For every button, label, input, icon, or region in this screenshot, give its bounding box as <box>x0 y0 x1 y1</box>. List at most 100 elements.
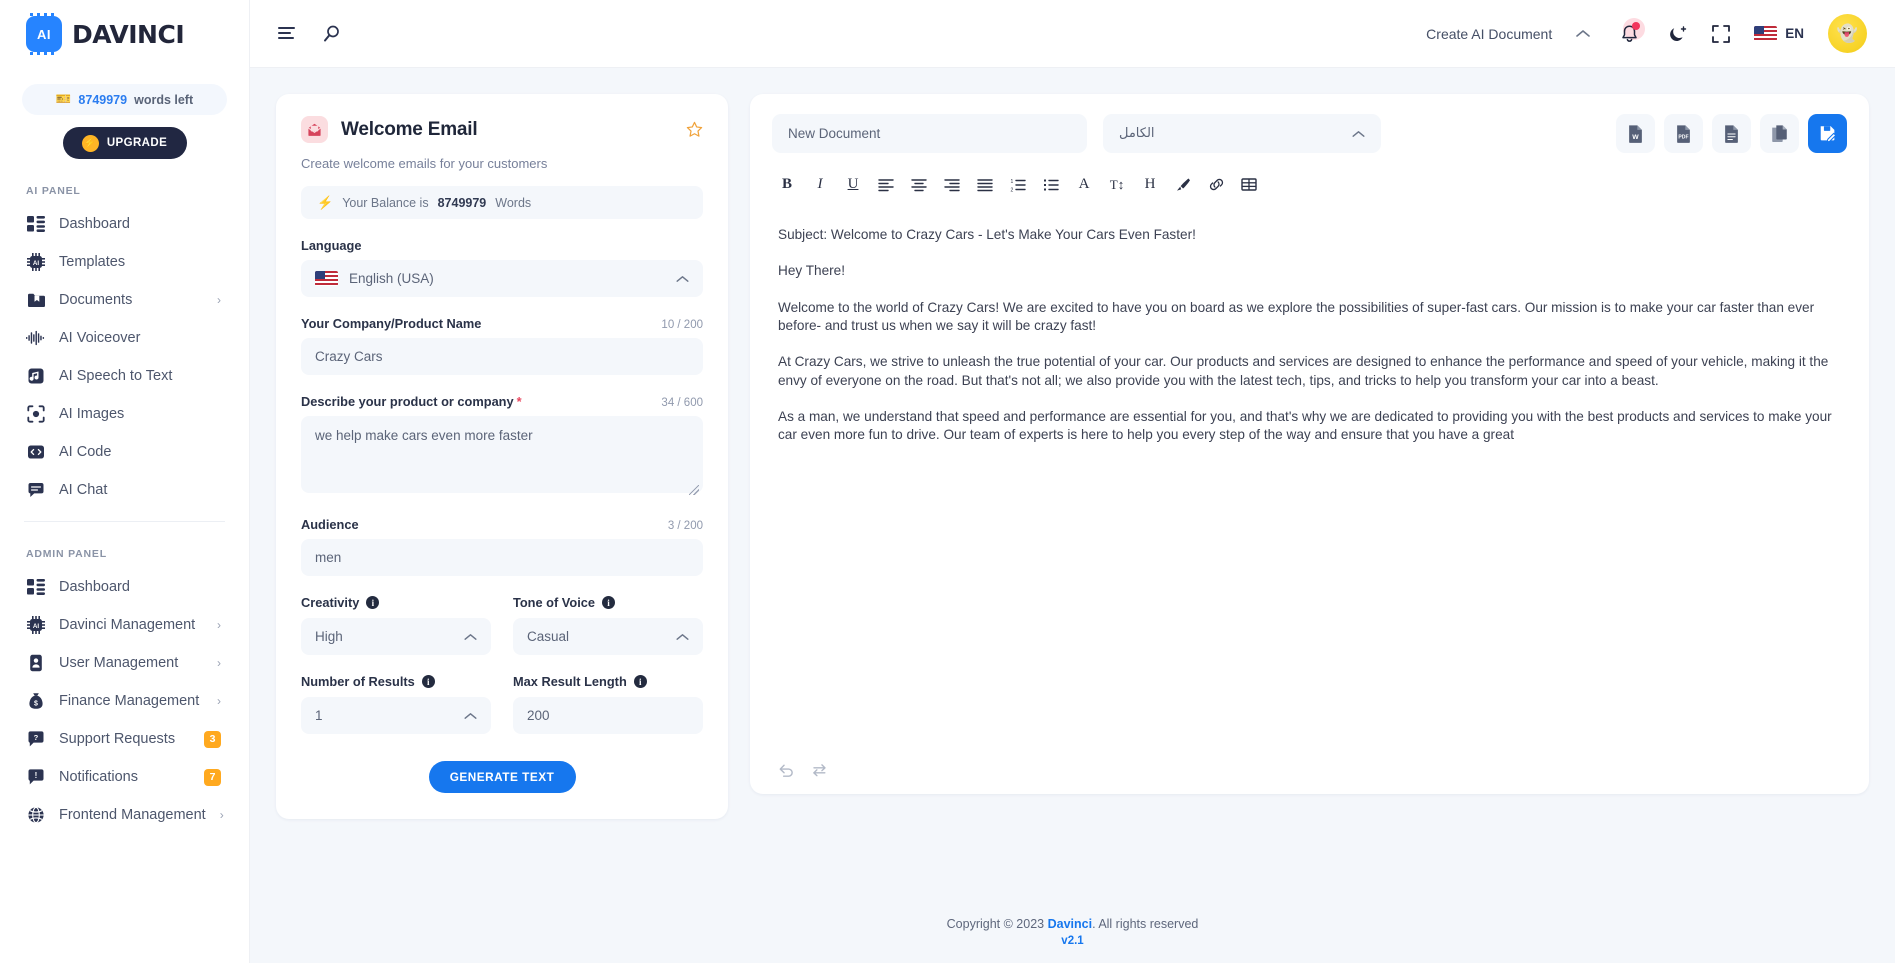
language-code-label: EN <box>1785 26 1804 41</box>
creativity-select[interactable]: High <box>301 618 491 655</box>
create-ai-document-label: Create AI Document <box>1426 25 1553 42</box>
sidebar-item-ai-code[interactable]: AI Code <box>22 433 227 471</box>
chevron-up-icon <box>1352 130 1365 138</box>
link-icon[interactable] <box>1201 171 1231 198</box>
document-paragraph: As a man, we understand that speed and p… <box>778 409 1832 443</box>
editor-language-select[interactable]: الكامل <box>1103 114 1381 153</box>
dark-mode-toggle-icon[interactable] <box>1668 24 1688 44</box>
sidebar-item-ai-speech-to-text[interactable]: AI Speech to Text <box>22 357 227 395</box>
sidebar-divider <box>24 521 225 522</box>
footer-brand-link[interactable]: Davinci <box>1048 917 1092 931</box>
sidebar-item-label: Support Requests <box>59 731 176 747</box>
info-icon[interactable]: i <box>602 596 615 609</box>
save-document-button[interactable] <box>1808 114 1847 153</box>
sidebar-item-label: Dashboard <box>59 216 130 232</box>
copy-document-button[interactable] <box>1760 114 1799 153</box>
sidebar-item-ai-chat[interactable]: AI Chat <box>22 471 227 509</box>
heading-icon[interactable]: H <box>1135 171 1165 198</box>
audience-input[interactable] <box>301 539 703 576</box>
sidebar-item-finance-management[interactable]: $ Finance Management › <box>22 682 227 720</box>
chevron-right-icon: › <box>217 694 221 708</box>
sidebar-item-support-requests[interactable]: ? Support Requests 3 <box>22 720 227 758</box>
info-icon[interactable]: i <box>633 675 647 688</box>
sidebar-item-dashboard[interactable]: Dashboard <box>22 568 227 606</box>
align-center-icon[interactable] <box>904 171 934 198</box>
sidebar-item-frontend-management[interactable]: Frontend Management › <box>22 796 227 834</box>
avatar[interactable]: 👻 <box>1828 14 1867 53</box>
favorite-star-icon[interactable] <box>686 121 703 138</box>
export-text-button[interactable] <box>1712 114 1751 153</box>
sidebar-item-label: Davinci Management <box>59 617 196 633</box>
fullscreen-icon[interactable] <box>1712 24 1731 43</box>
menu-toggle-icon[interactable] <box>278 26 298 42</box>
font-size-icon[interactable]: T↕ <box>1102 171 1132 198</box>
main-area: Create AI Document EN 👻 Welcome Email Cr… <box>250 0 1895 963</box>
upgrade-button[interactable]: ⚡ UPGRADE <box>62 127 187 159</box>
bullet-list-icon[interactable] <box>1036 171 1066 198</box>
maxlen-input[interactable] <box>513 697 703 734</box>
form-card-header: Welcome Email <box>301 116 703 143</box>
results-maxlen-row: Number of Results i 1 Max Result Length … <box>301 674 703 734</box>
svg-text:2: 2 <box>1011 187 1014 192</box>
sidebar-item-templates[interactable]: AI Templates <box>22 243 227 281</box>
tone-label-row: Tone of Voice i <box>513 595 703 610</box>
balance-value: 8749979 <box>437 195 487 210</box>
undo-icon[interactable] <box>778 762 795 778</box>
highlight-icon[interactable] <box>1168 171 1198 198</box>
company-counter: 10 / 200 <box>661 319 703 331</box>
company-field: Your Company/Product Name 10 / 200 <box>301 316 703 375</box>
describe-textarea[interactable]: we help make cars even more faster <box>301 416 703 493</box>
results-select[interactable]: 1 <box>301 697 491 734</box>
user-card-icon <box>26 654 45 673</box>
sidebar-item-davinci-management[interactable]: AI Davinci Management › <box>22 606 227 644</box>
company-input[interactable] <box>301 338 703 375</box>
export-word-button[interactable]: W <box>1616 114 1655 153</box>
words-left-label: words left <box>134 92 194 107</box>
chevron-right-icon: › <box>217 618 221 632</box>
sidebar-item-ai-images[interactable]: AI Images <box>22 395 227 433</box>
chevron-up-icon <box>464 633 477 641</box>
notification-dot-badge <box>1632 21 1641 30</box>
search-icon[interactable] <box>322 24 342 44</box>
generate-text-button[interactable]: GENERATE TEXT <box>428 761 576 793</box>
tone-label: Tone of Voice <box>513 595 595 610</box>
sidebar-item-ai-voiceover[interactable]: AI Voiceover <box>22 319 227 357</box>
table-icon[interactable] <box>1234 171 1264 198</box>
question-bubble-icon: ? <box>26 730 45 749</box>
bold-icon[interactable]: B <box>772 171 802 198</box>
page-subtitle: Create welcome emails for your customers <box>301 156 548 171</box>
notifications-bell-button[interactable] <box>1614 17 1646 49</box>
document-name-input[interactable] <box>772 114 1087 153</box>
info-icon[interactable]: i <box>366 596 380 609</box>
svg-text:1: 1 <box>1011 179 1014 185</box>
sidebar-item-notifications[interactable]: ! Notifications 7 <box>22 758 227 796</box>
language-select[interactable]: English (USA) <box>301 260 703 297</box>
create-ai-document-dropdown[interactable]: Create AI Document <box>1426 25 1591 42</box>
ordered-list-icon[interactable]: 12 <box>1003 171 1033 198</box>
font-family-icon[interactable]: A <box>1069 171 1099 198</box>
sidebar-item-documents[interactable]: Documents › <box>22 281 227 319</box>
audience-field-row: Audience 3 / 200 <box>301 517 703 532</box>
language-switcher[interactable]: EN <box>1754 26 1804 41</box>
sidebar-scroll[interactable]: 🎫 8749979 words left ⚡ UPGRADE AI PANEL … <box>0 68 249 963</box>
svg-text:?: ? <box>33 733 38 742</box>
davinci-chip-logo-icon: AI <box>26 13 62 55</box>
underline-icon[interactable]: U <box>838 171 868 198</box>
sidebar-item-dashboard[interactable]: Dashboard <box>22 205 227 243</box>
sidebar-item-label: Finance Management <box>59 693 200 709</box>
redo-icon[interactable] <box>811 762 828 778</box>
align-right-icon[interactable] <box>937 171 967 198</box>
topbar: Create AI Document EN 👻 <box>250 0 1895 68</box>
sidebar-item-user-management[interactable]: User Management › <box>22 644 227 682</box>
document-content[interactable]: Subject: Welcome to Crazy Cars - Let's M… <box>772 204 1847 754</box>
tone-select[interactable]: Casual <box>513 618 703 655</box>
italic-icon[interactable]: I <box>805 171 835 198</box>
export-pdf-button[interactable]: PDF <box>1664 114 1703 153</box>
svg-text:!: ! <box>34 771 37 780</box>
info-icon[interactable]: i <box>421 675 435 688</box>
chevron-up-icon <box>1576 29 1591 38</box>
language-field-row: Language <box>301 238 703 253</box>
brand-logo-area[interactable]: AI DAVINCI <box>0 0 249 68</box>
align-left-icon[interactable] <box>871 171 901 198</box>
align-justify-icon[interactable] <box>970 171 1000 198</box>
